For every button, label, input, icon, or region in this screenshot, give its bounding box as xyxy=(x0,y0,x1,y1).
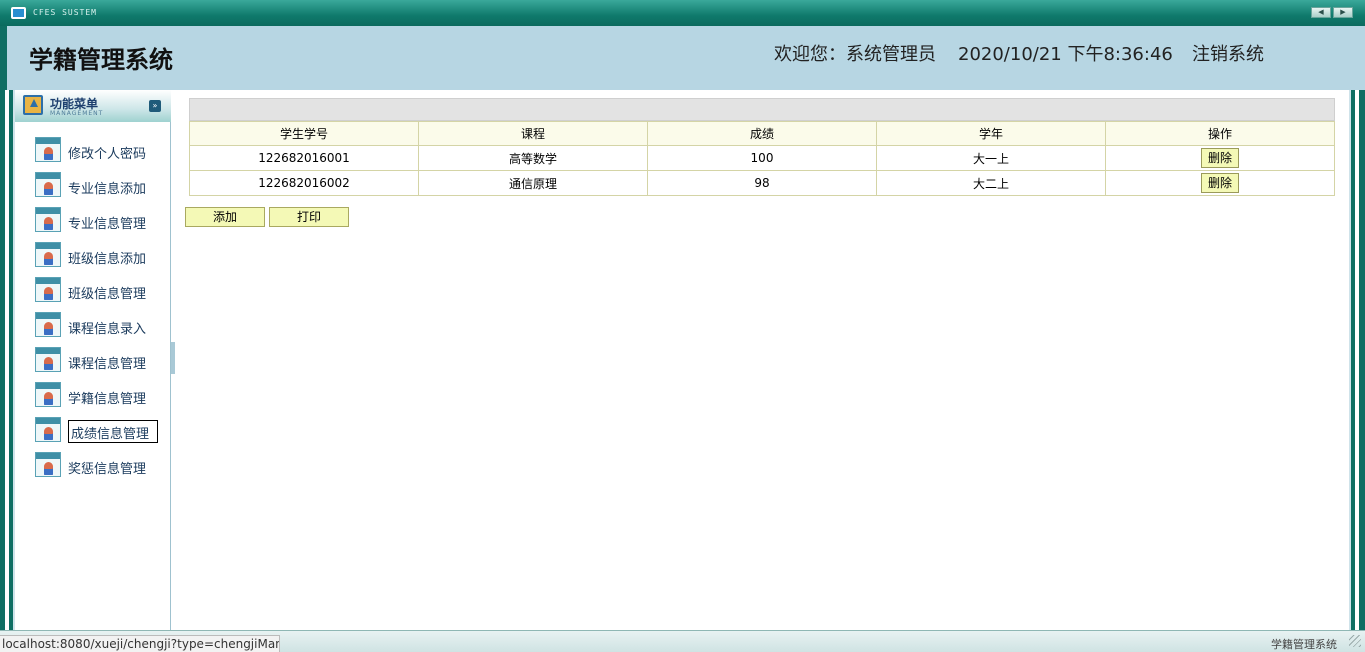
sidebar-item-label: 学籍信息管理 xyxy=(68,392,147,407)
home-upload-icon xyxy=(23,95,43,115)
action-bar: 添加 打印 xyxy=(185,207,349,227)
sidebar-item-label: 修改个人密码 xyxy=(68,147,147,162)
welcome-text: 欢迎您：系统管理员 xyxy=(774,44,936,65)
window-titlebar: CFES SUSTEM ◀ ▶ xyxy=(0,0,1365,26)
grades-table: 学生学号 课程 成绩 学年 操作 122682016001 高等数学 100 大… xyxy=(189,121,1335,196)
datetime-text: 2020/10/21 下午8:36:46 xyxy=(958,44,1173,65)
table-caption-bar xyxy=(189,98,1335,121)
cell-action: 删除 xyxy=(1105,170,1335,196)
cell-year: 大一上 xyxy=(876,145,1106,171)
sidebar-menu: 修改个人密码 专业信息添加 专业信息管理 班级信息添加 班级信息管理 课程信息录… xyxy=(15,130,171,480)
cell-action: 删除 xyxy=(1105,145,1335,171)
page-title: 学籍管理系统 xyxy=(29,46,173,74)
user-card-icon xyxy=(35,417,61,442)
frame-border-left xyxy=(0,90,15,630)
cell-student-id: 122682016002 xyxy=(189,170,419,196)
logout-link[interactable]: 注销系统 xyxy=(1192,40,1264,66)
cell-score: 100 xyxy=(647,145,877,171)
table-row: 122682016001 高等数学 100 大一上 删除 xyxy=(189,145,1335,171)
collapse-icon[interactable]: » xyxy=(149,100,161,112)
cell-student-id: 122682016001 xyxy=(189,145,419,171)
user-card-icon xyxy=(35,137,61,162)
sidebar-item-label: 奖惩信息管理 xyxy=(68,462,147,477)
sidebar-item-course-manage[interactable]: 课程信息管理 xyxy=(15,340,171,375)
link-preview-url: localhost:8080/xueji/chengji?type=chengj… xyxy=(0,635,280,652)
table-row: 122682016002 通信原理 98 大二上 删除 xyxy=(189,170,1335,196)
sidebar-item-label: 班级信息管理 xyxy=(68,287,147,302)
arrow-right-icon[interactable]: ▶ xyxy=(1333,7,1353,18)
user-card-icon xyxy=(35,452,61,477)
sidebar-item-label: 班级信息添加 xyxy=(68,252,147,267)
frame-border-right xyxy=(1349,90,1365,630)
sidebar: 功能菜单 MANAGEMENT » 修改个人密码 专业信息添加 专业信息管理 班… xyxy=(15,90,171,630)
table-header-row: 学生学号 课程 成绩 学年 操作 xyxy=(189,121,1335,146)
sidebar-item-label: 成绩信息管理 xyxy=(68,420,158,443)
sidebar-item-label: 专业信息管理 xyxy=(68,217,147,232)
sidebar-item-course-entry[interactable]: 课程信息录入 xyxy=(15,305,171,340)
sidebar-item-major-add[interactable]: 专业信息添加 xyxy=(15,165,171,200)
user-card-icon xyxy=(35,347,61,372)
cell-year: 大二上 xyxy=(876,170,1106,196)
brand-label: CFES SUSTEM xyxy=(33,8,97,17)
arrow-left-icon[interactable]: ◀ xyxy=(1311,7,1331,18)
delete-button[interactable]: 删除 xyxy=(1201,148,1239,168)
monitor-icon xyxy=(11,7,26,19)
sidebar-item-class-add[interactable]: 班级信息添加 xyxy=(15,235,171,270)
sidebar-item-rewards-manage[interactable]: 奖惩信息管理 xyxy=(15,445,171,480)
cell-score: 98 xyxy=(647,170,877,196)
print-button[interactable]: 打印 xyxy=(269,207,349,227)
user-card-icon xyxy=(35,382,61,407)
user-card-icon xyxy=(35,172,61,197)
sidebar-item-class-manage[interactable]: 班级信息管理 xyxy=(15,270,171,305)
header: 学籍管理系统 欢迎您：系统管理员 2020/10/21 下午8:36:46 注销… xyxy=(0,26,1365,90)
column-header: 操作 xyxy=(1105,121,1335,146)
footer-text: 学籍管理系统 xyxy=(1271,638,1337,651)
add-button[interactable]: 添加 xyxy=(185,207,265,227)
scroll-arrows: ◀ ▶ xyxy=(1311,7,1353,18)
sidebar-item-major-manage[interactable]: 专业信息管理 xyxy=(15,200,171,235)
column-header: 学年 xyxy=(876,121,1106,146)
sidebar-item-label: 专业信息添加 xyxy=(68,182,147,197)
user-card-icon xyxy=(35,207,61,232)
column-header: 成绩 xyxy=(647,121,877,146)
cell-course: 高等数学 xyxy=(418,145,648,171)
resize-grip-icon[interactable] xyxy=(1349,635,1361,647)
menu-header: 功能菜单 MANAGEMENT » xyxy=(15,90,171,122)
main-content: 学生学号 课程 成绩 学年 操作 122682016001 高等数学 100 大… xyxy=(175,90,1349,630)
sidebar-item-change-password[interactable]: 修改个人密码 xyxy=(15,130,171,165)
user-card-icon xyxy=(35,277,61,302)
user-card-icon xyxy=(35,242,61,267)
cell-course: 通信原理 xyxy=(418,170,648,196)
column-header: 课程 xyxy=(418,121,648,146)
sidebar-item-status-manage[interactable]: 学籍信息管理 xyxy=(15,375,171,410)
sidebar-item-label: 课程信息管理 xyxy=(68,357,147,372)
delete-button[interactable]: 删除 xyxy=(1201,173,1239,193)
sidebar-item-label: 课程信息录入 xyxy=(68,322,147,337)
column-header: 学生学号 xyxy=(189,121,419,146)
sidebar-item-grades-manage[interactable]: 成绩信息管理 xyxy=(15,410,171,445)
menu-subtitle: MANAGEMENT xyxy=(50,110,104,117)
user-card-icon xyxy=(35,312,61,337)
